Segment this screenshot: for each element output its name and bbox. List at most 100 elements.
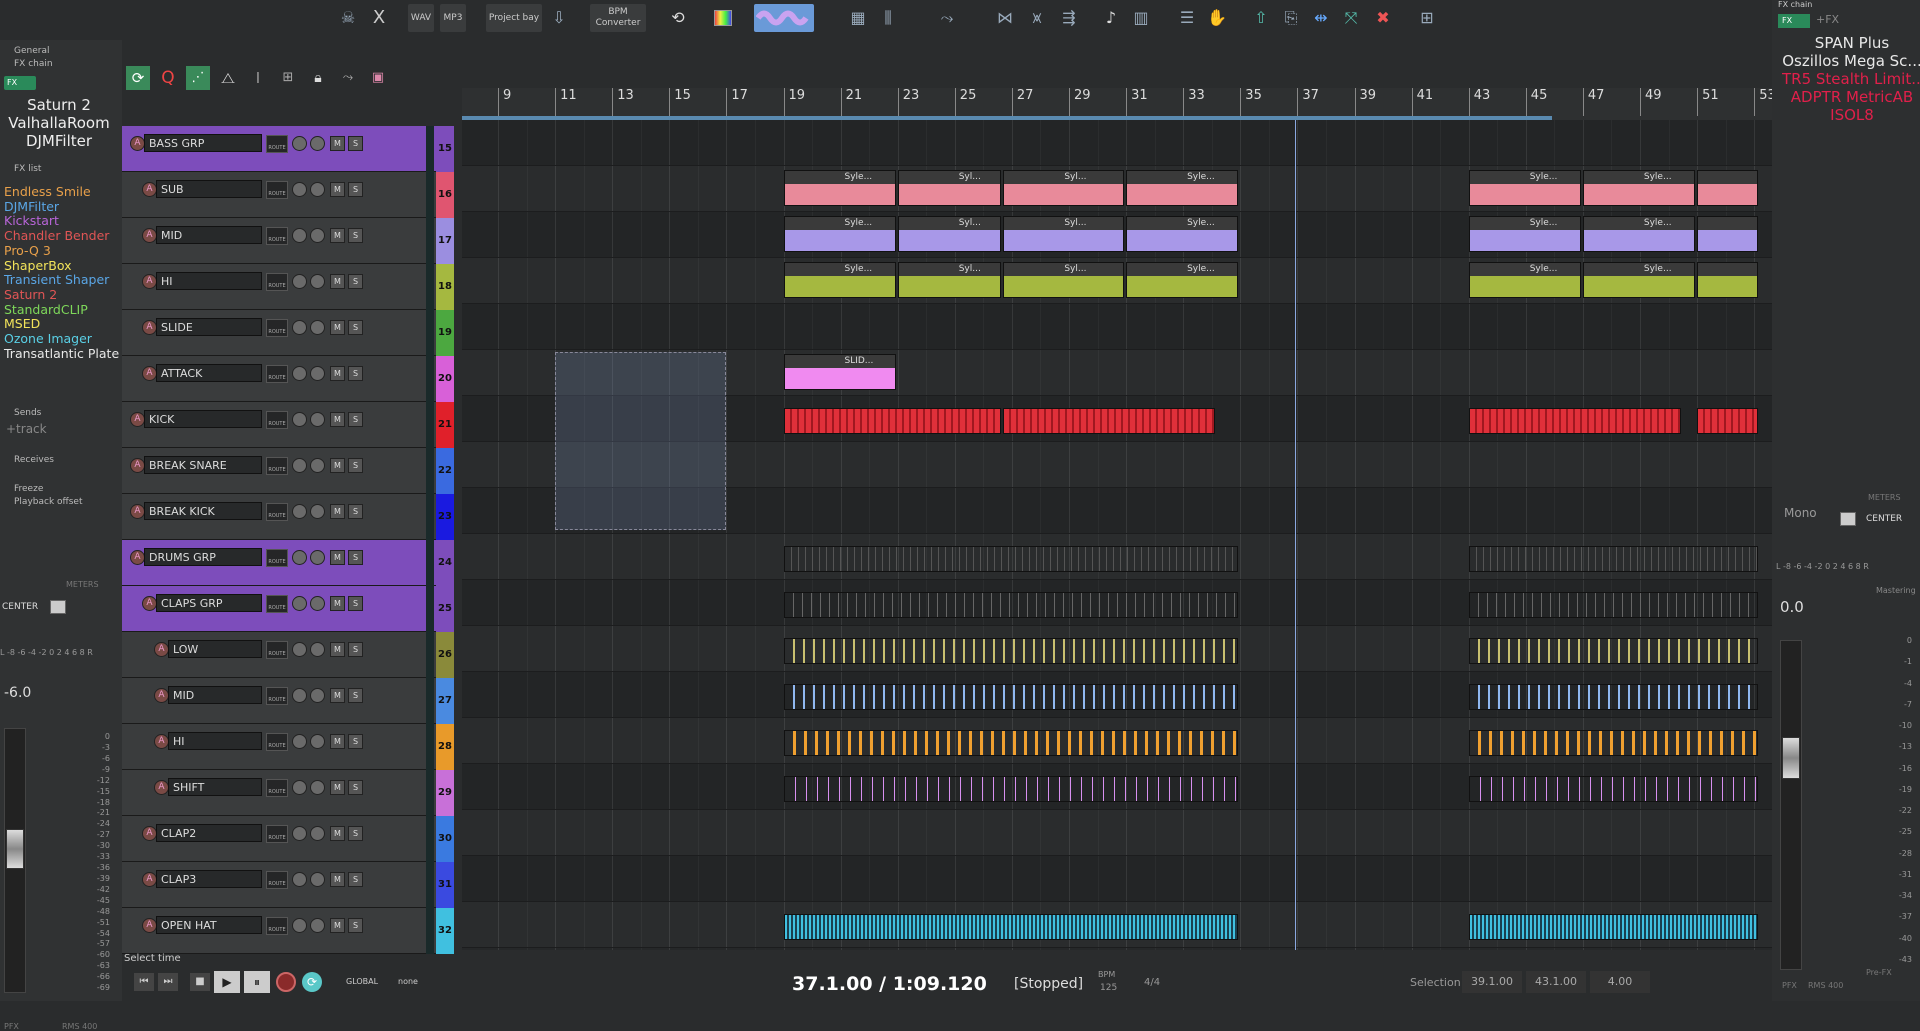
fx-list-item[interactable]: DJMFilter	[4, 199, 59, 215]
track-name[interactable]: SHIFT	[168, 778, 262, 796]
media-item[interactable]: Syle...	[783, 170, 896, 206]
pan-knob[interactable]	[310, 412, 325, 427]
route-button[interactable]: ROUTE	[266, 595, 288, 613]
fx-route-icon[interactable]: ⇶	[1058, 7, 1080, 29]
stop-icon[interactable]: ■	[190, 973, 210, 991]
media-item[interactable]: Syle...	[1697, 216, 1758, 252]
route-button[interactable]: ROUTE	[266, 227, 288, 245]
item-copy-icon[interactable]: ⎘	[1280, 7, 1302, 29]
pan-knob[interactable]	[310, 780, 325, 795]
solo-button[interactable]: S	[348, 136, 363, 151]
volume-fader-handle[interactable]	[6, 829, 24, 869]
track-name[interactable]: BASS GRP	[144, 134, 262, 152]
master-fx-item[interactable]: TR5 Stealth Limit...	[1782, 70, 1920, 88]
media-item[interactable]	[1468, 776, 1758, 802]
route-button[interactable]: ROUTE	[266, 549, 288, 567]
track-name[interactable]: DRUMS GRP	[144, 548, 262, 566]
media-item[interactable]: Syle...	[1582, 262, 1696, 298]
master-fx-item[interactable]: SPAN Plus	[1782, 34, 1920, 52]
solo-button[interactable]: S	[348, 504, 363, 519]
track-name[interactable]: OPEN HAT	[156, 916, 262, 934]
record-arm-button[interactable]: A	[142, 918, 157, 933]
route-button[interactable]: ROUTE	[266, 365, 288, 383]
master-fader-handle[interactable]	[1782, 737, 1800, 779]
global-automation[interactable]: GLOBAL	[346, 977, 378, 986]
x-icon[interactable]: X	[368, 7, 390, 29]
link-icon[interactable]: ⊞	[1416, 7, 1438, 29]
media-item[interactable]	[783, 914, 1239, 940]
media-item[interactable]	[1468, 684, 1758, 710]
solo-button[interactable]: S	[348, 826, 363, 841]
volume-knob[interactable]	[292, 596, 307, 611]
route-button[interactable]: ROUTE	[266, 457, 288, 475]
track-fx-item[interactable]: DJMFilter	[0, 132, 118, 150]
master-volume-readout[interactable]: 0.0	[1780, 598, 1804, 616]
add-track-send[interactable]: +track	[6, 422, 47, 436]
pan-knob[interactable]	[310, 458, 325, 473]
cursor-icon[interactable]: I	[246, 66, 270, 90]
fx-list-item[interactable]: Pro-Q 3	[4, 243, 51, 259]
media-item[interactable]: Syl...	[1003, 170, 1125, 206]
solo-button[interactable]: S	[348, 320, 363, 335]
route-button[interactable]: ROUTE	[266, 641, 288, 659]
mute-button[interactable]: M	[330, 458, 345, 473]
master-fx-item[interactable]: ADPTR MetricAB	[1782, 88, 1920, 106]
volume-knob[interactable]	[292, 228, 307, 243]
track-header[interactable]: A BREAK KICK ROUTE M S 23	[122, 494, 454, 540]
mixer-icon[interactable]: ⫼	[877, 7, 899, 29]
fx-toggle-button[interactable]: FX	[4, 76, 36, 90]
solo-button[interactable]: S	[348, 918, 363, 933]
track-name[interactable]: CLAP3	[156, 870, 262, 888]
pan-knob[interactable]	[310, 826, 325, 841]
fx-list-item[interactable]: Ozone Imager	[4, 331, 92, 347]
bpm-converter-button[interactable]: BPM Converter	[590, 4, 646, 32]
pan-knob[interactable]	[310, 596, 325, 611]
repeat-icon[interactable]: ⟳	[302, 972, 322, 992]
route-button[interactable]: ROUTE	[266, 871, 288, 889]
fx-list-item[interactable]: Endless Smile	[4, 184, 91, 200]
solo-button[interactable]: S	[348, 872, 363, 887]
bpm-value[interactable]: 125	[1100, 983, 1117, 993]
hand-icon[interactable]: ✋	[1206, 7, 1228, 29]
track-header[interactable]: A HI ROUTE M S 18	[122, 264, 454, 310]
media-item[interactable]: Syle...	[1697, 262, 1758, 298]
media-item[interactable]: Syle...	[1582, 216, 1696, 252]
mute-button[interactable]: M	[330, 596, 345, 611]
delete-item-icon[interactable]: ✖	[1372, 7, 1394, 29]
mute-button[interactable]: M	[330, 136, 345, 151]
auto-crossfade-icon[interactable]: ⋰	[186, 66, 210, 90]
track-name[interactable]: BREAK SNARE	[144, 456, 262, 474]
arrange-view[interactable]: Syle... Syle... Syle... Syl... Syl... Syl... S…	[462, 120, 1772, 950]
wav-button[interactable]: WAV	[408, 4, 434, 32]
solo-button[interactable]: S	[348, 458, 363, 473]
track-name[interactable]: MID	[156, 226, 262, 244]
layout-icon[interactable]: ☰	[1176, 7, 1198, 29]
solo-button[interactable]: S	[348, 780, 363, 795]
solo-button[interactable]: S	[348, 274, 363, 289]
track-header[interactable]: A SUB ROUTE M S 16	[122, 172, 454, 218]
volume-knob[interactable]	[292, 412, 307, 427]
route-button[interactable]: ROUTE	[266, 687, 288, 705]
fx-list-item[interactable]: Chandler Bender	[4, 228, 109, 244]
media-item[interactable]	[783, 776, 1239, 802]
time-signature[interactable]: 4/4	[1144, 977, 1160, 988]
fx-list-item[interactable]: Transient Shaper	[4, 272, 109, 288]
pan-knob[interactable]	[310, 550, 325, 565]
record-arm-button[interactable]: A	[142, 826, 157, 841]
mute-button[interactable]: M	[330, 274, 345, 289]
track-header[interactable]: A MID ROUTE M S 17	[122, 218, 454, 264]
mute-button[interactable]: M	[330, 872, 345, 887]
pan-knob[interactable]	[50, 600, 66, 614]
track-lane[interactable]	[462, 810, 1772, 856]
mute-button[interactable]: M	[330, 780, 345, 795]
record-arm-button[interactable]: A	[142, 366, 157, 381]
route-button[interactable]: ROUTE	[266, 733, 288, 751]
metronome-icon[interactable]: ⧍	[216, 66, 240, 90]
media-item[interactable]: Syle...	[1582, 170, 1696, 206]
master-fader-track[interactable]	[1780, 640, 1802, 970]
media-item[interactable]: Syl...	[1003, 262, 1125, 298]
media-item[interactable]	[1468, 592, 1758, 618]
record-arm-button[interactable]: A	[142, 274, 157, 289]
media-item[interactable]	[1468, 730, 1758, 756]
playback-offset-label[interactable]: Playback offset	[14, 497, 82, 507]
